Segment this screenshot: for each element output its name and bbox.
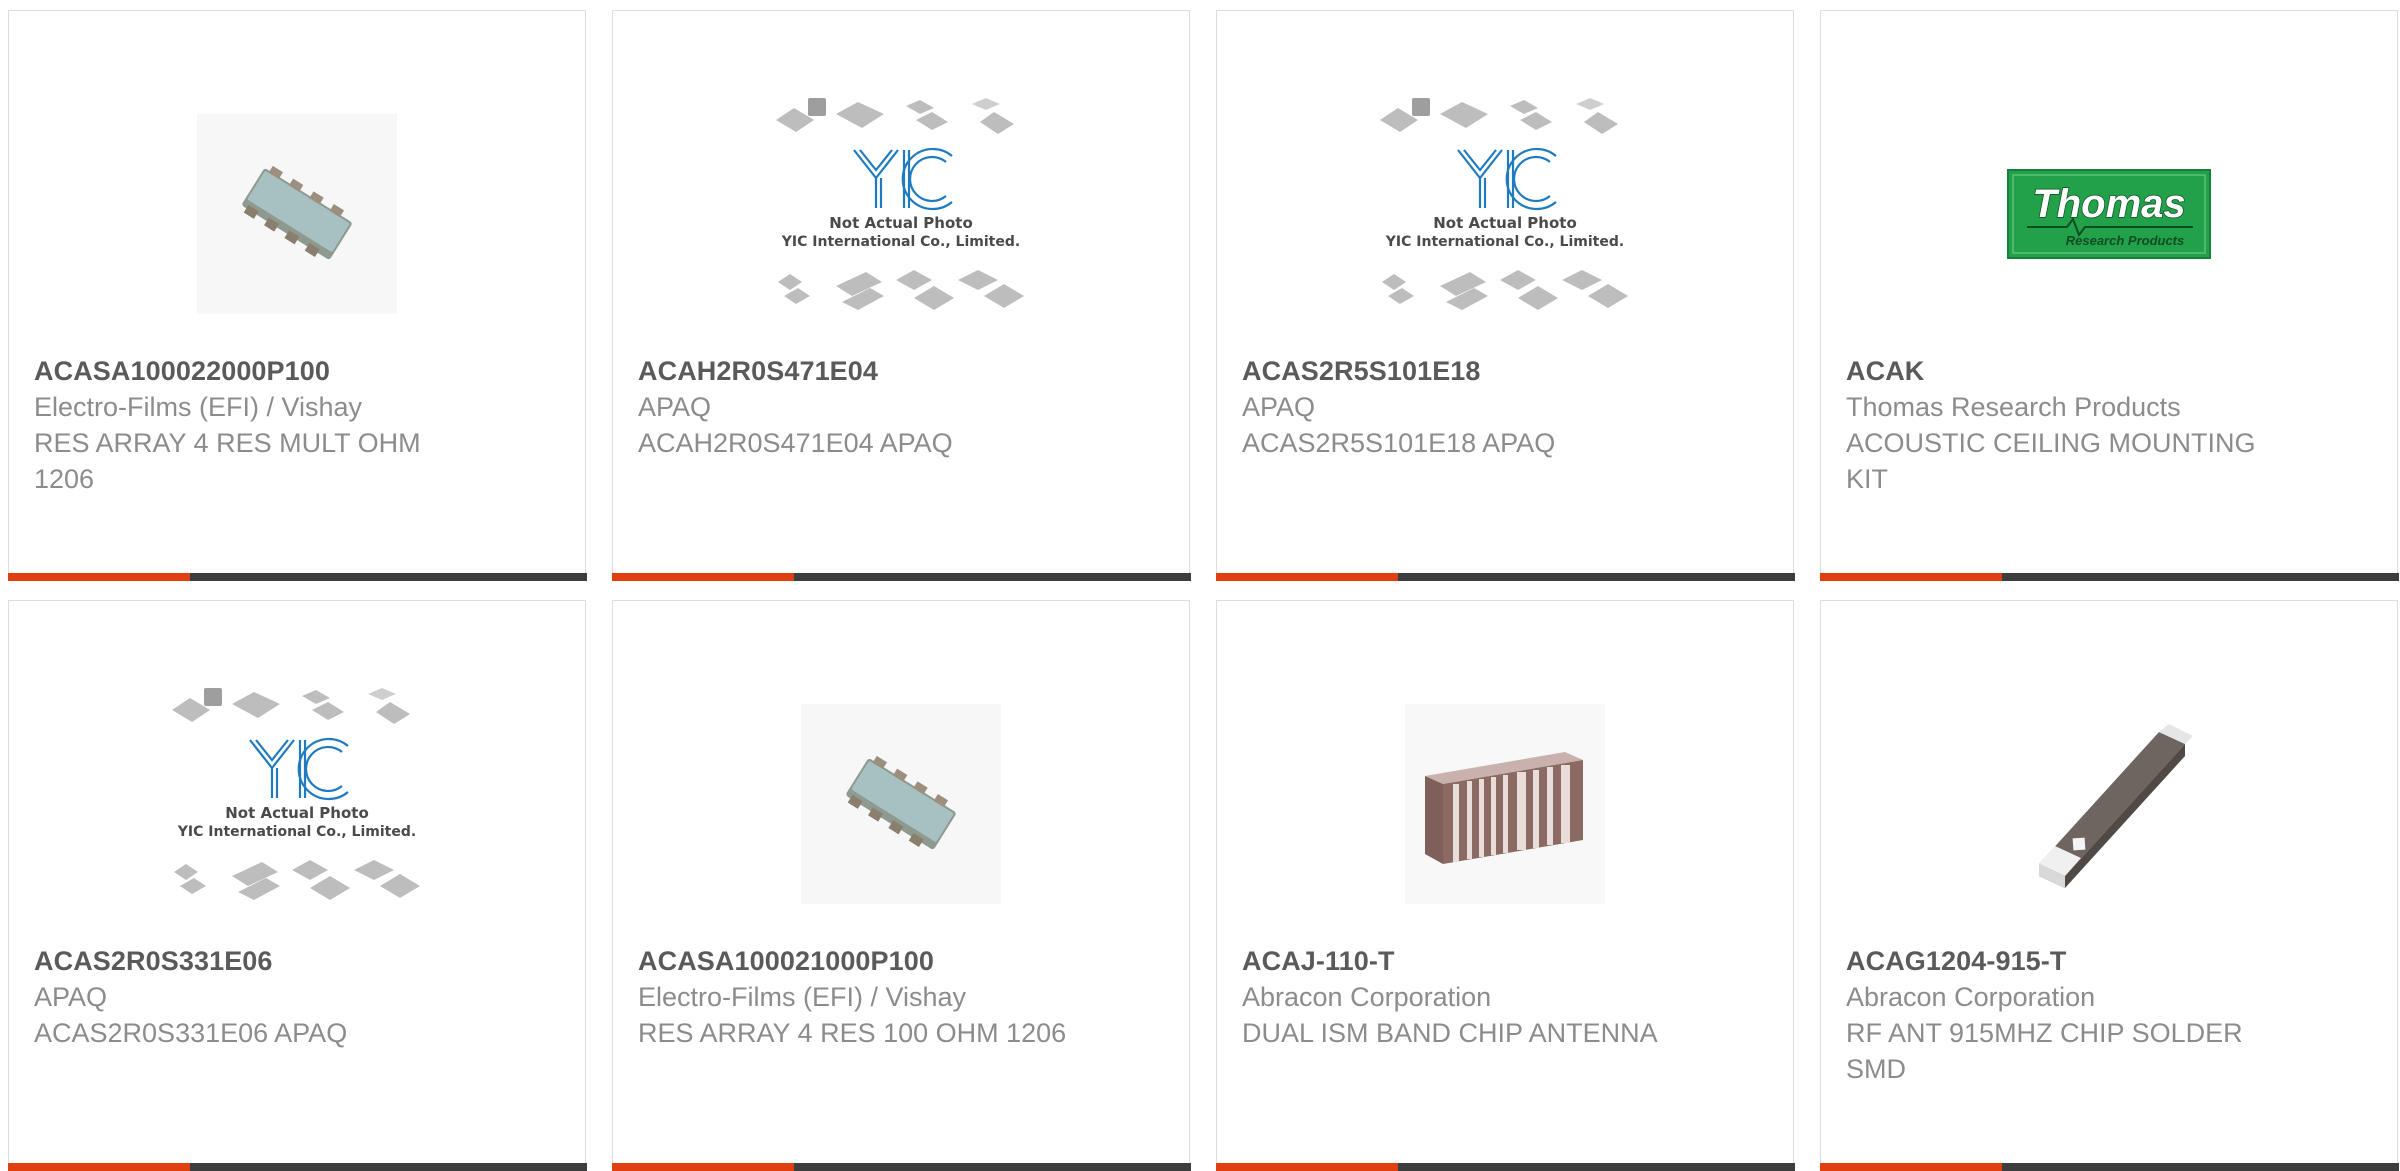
product-card[interactable]: ACASA100021000P100 Electro-Films (EFI) /… xyxy=(611,600,1191,1171)
placeholder-company: YIC International Co., Limited. xyxy=(177,824,416,840)
manufacturer-name: APAQ xyxy=(34,982,108,1012)
product-image[interactable]: Thomas Research Products xyxy=(1974,79,2244,349)
manufacturer-name: APAQ xyxy=(638,392,712,422)
part-number-link[interactable]: ACAJ-110-T xyxy=(1242,943,1692,979)
resistor-array-chip-icon xyxy=(197,114,397,314)
placeholder-components-icon: Not Actual Photo YIC International Co., … xyxy=(172,688,420,900)
smd-chip-icon xyxy=(2039,724,2193,888)
part-number-link[interactable]: ACAS2R0S331E06 xyxy=(34,943,484,979)
card-footer-bar xyxy=(611,572,1191,581)
product-card[interactable]: Thomas Research Products ACAK Thomas Res… xyxy=(1819,10,2399,581)
product-card[interactable]: ACASA100022000P100 Electro-Films (EFI) /… xyxy=(7,10,587,581)
card-footer-bar xyxy=(1819,572,2399,581)
placeholder-company: YIC International Co., Limited. xyxy=(781,234,1020,250)
product-image[interactable] xyxy=(162,79,432,349)
part-number-link[interactable]: ACAH2R0S471E04 xyxy=(638,353,1088,389)
product-info: ACAH2R0S471E04 APAQ ACAH2R0S471E04 APAQ xyxy=(638,353,1088,461)
card-accent-bar xyxy=(1215,572,1398,581)
chip-antenna-icon xyxy=(1405,704,1605,904)
product-card[interactable]: ACAJ-110-T Abracon Corporation DUAL ISM … xyxy=(1215,600,1795,1171)
logo-subtitle: Research Products xyxy=(2066,233,2185,248)
card-accent-bar xyxy=(611,572,794,581)
part-number-link[interactable]: ACAK xyxy=(1846,353,2296,389)
product-info: ACASA100021000P100 Electro-Films (EFI) /… xyxy=(638,943,1088,1051)
product-description: DUAL ISM BAND CHIP ANTENNA xyxy=(1242,1018,1658,1048)
card-footer-bar xyxy=(7,572,587,581)
product-description: RF ANT 915MHZ CHIP SOLDER SMD xyxy=(1846,1018,2243,1084)
placeholder-components-icon: Not Actual Photo YIC International Co., … xyxy=(776,98,1024,310)
part-number-link[interactable]: ACASA100021000P100 xyxy=(638,943,1088,979)
product-description: ACAS2R0S331E06 APAQ xyxy=(34,1018,348,1048)
product-description: ACAH2R0S471E04 APAQ xyxy=(638,428,953,458)
manufacturer-name: APAQ xyxy=(1242,392,1316,422)
product-card[interactable]: ACAG1204-915-T Abracon Corporation RF AN… xyxy=(1819,600,2399,1171)
product-card[interactable]: Not Actual Photo YIC International Co., … xyxy=(1215,10,1795,581)
product-card[interactable]: Not Actual Photo YIC International Co., … xyxy=(611,10,1191,581)
part-number-link[interactable]: ACASA100022000P100 xyxy=(34,353,484,389)
part-number-link[interactable]: ACAS2R5S101E18 xyxy=(1242,353,1692,389)
product-info: ACAS2R0S331E06 APAQ ACAS2R0S331E06 APAQ xyxy=(34,943,484,1051)
card-footer-bar xyxy=(1215,572,1795,581)
manufacturer-name: Electro-Films (EFI) / Vishay xyxy=(34,392,363,422)
manufacturer-name: Electro-Films (EFI) / Vishay xyxy=(638,982,967,1012)
product-card[interactable]: Not Actual Photo YIC International Co., … xyxy=(7,600,587,1171)
product-info: ACAS2R5S101E18 APAQ ACAS2R5S101E18 APAQ xyxy=(1242,353,1692,461)
placeholder-caption: Not Actual Photo xyxy=(225,804,369,822)
logo-title: Thomas xyxy=(2032,182,2185,226)
placeholder-company: YIC International Co., Limited. xyxy=(1385,234,1624,250)
manufacturer-logo-icon: Thomas Research Products xyxy=(2007,169,2211,259)
manufacturer-name: Thomas Research Products xyxy=(1846,392,2181,422)
product-image[interactable]: Not Actual Photo YIC International Co., … xyxy=(1370,79,1640,349)
product-description: RES ARRAY 4 RES MULT OHM 1206 xyxy=(34,428,421,494)
card-accent-bar xyxy=(1819,572,2002,581)
manufacturer-name: Abracon Corporation xyxy=(1846,982,2096,1012)
placeholder-caption: Not Actual Photo xyxy=(829,214,973,232)
product-info: ACAG1204-915-T Abracon Corporation RF AN… xyxy=(1846,943,2296,1087)
product-description: RES ARRAY 4 RES 100 OHM 1206 xyxy=(638,1018,1067,1048)
product-info: ACAK Thomas Research Products ACOUSTIC C… xyxy=(1846,353,2296,497)
product-info: ACASA100022000P100 Electro-Films (EFI) /… xyxy=(34,353,484,497)
part-number-link[interactable]: ACAG1204-915-T xyxy=(1846,943,2296,979)
product-description: ACOUSTIC CEILING MOUNTING KIT xyxy=(1846,428,2256,494)
product-image[interactable]: Not Actual Photo YIC International Co., … xyxy=(766,79,1036,349)
card-accent-bar xyxy=(7,572,190,581)
product-info: ACAJ-110-T Abracon Corporation DUAL ISM … xyxy=(1242,943,1692,1051)
manufacturer-name: Abracon Corporation xyxy=(1242,982,1492,1012)
product-grid: ACASA100022000P100 Electro-Films (EFI) /… xyxy=(7,10,2399,1171)
product-description: ACAS2R5S101E18 APAQ xyxy=(1242,428,1556,458)
product-image[interactable] xyxy=(1974,669,2244,939)
placeholder-caption: Not Actual Photo xyxy=(1433,214,1577,232)
product-image[interactable]: Not Actual Photo YIC International Co., … xyxy=(162,669,432,939)
product-image[interactable] xyxy=(766,669,1036,939)
placeholder-components-icon: Not Actual Photo YIC International Co., … xyxy=(1380,98,1628,310)
product-image[interactable] xyxy=(1370,669,1640,939)
resistor-array-chip-icon xyxy=(801,704,1001,904)
